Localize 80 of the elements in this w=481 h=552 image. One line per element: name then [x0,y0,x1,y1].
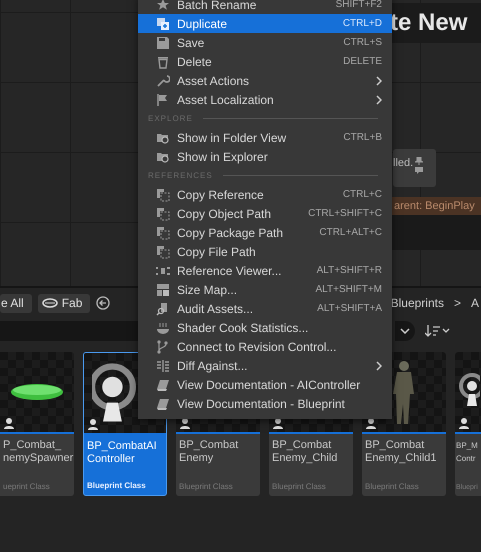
comment-text: lled. [393,157,414,169]
breadcrumb-item[interactable]: A [470,296,479,310]
copy-icon [156,244,170,258]
shortcut-text: CTRL+S [343,37,382,48]
breadcrumb-item[interactable]: > [454,296,461,310]
asset-type: Blueprint Class [178,482,234,493]
grid-icon [156,282,170,296]
menu-item[interactable]: Shader Cook Statistics... [138,318,392,337]
shortcut-text: ALT+SHIFT+M [316,284,382,295]
asset-tile[interactable]: P_Combat_ nemySpawner ueprint Class [0,352,74,496]
chevron-icon [400,328,410,334]
copy-icon [156,206,170,220]
figure-drawing [391,360,417,424]
flag-icon [156,92,170,106]
copy-icon [156,226,170,240]
asset-name: BP_Combat Enemy [178,438,240,466]
toolbar-button[interactable]: e All [0,294,32,312]
shortcut-text: DELETE [343,56,382,67]
shortcut-text: CTRL+C [342,189,382,200]
menu-item[interactable]: Audit Assets... ALT+SHIFT+A [138,299,392,318]
comment-icon[interactable] [415,167,424,174]
asset-type: Blueprint Class [271,482,327,493]
asset-type: Blueprint Class [86,481,147,492]
menu-item[interactable]: Show in Explorer [138,147,392,166]
person-icon [272,417,284,429]
diff-icon [156,358,170,372]
graph-title: te New [390,3,481,43]
person-icon [3,417,15,429]
shortcut-text: CTRL+ALT+C [319,227,382,238]
menu-item[interactable]: Copy Object Path CTRL+SHIFT+C [138,204,392,223]
menu-item[interactable]: Reference Viewer... ALT+SHIFT+R [138,261,392,280]
shortcut-text: CTRL+D [342,18,382,29]
filter-dropdown[interactable] [395,321,415,341]
fab-icon [42,298,58,308]
shortcut-text: SHIFT+F2 [336,0,382,10]
duplicate-icon [156,16,170,30]
asset-name: P_Combat_ nemySpawner [2,438,74,466]
asset-type: Blueprint Class [364,482,420,493]
wrench-icon [156,74,170,88]
breadcrumb-item[interactable]: Blueprints [390,296,444,310]
menu-item[interactable]: Asset Actions [138,71,392,90]
asset-type: ueprint Class [2,482,51,493]
book-icon [156,396,170,410]
disc-drawing [11,384,63,400]
back-icon[interactable] [96,296,110,310]
person-icon [365,417,377,429]
asset-name: BP_Combat Enemy_Child1 [364,438,438,466]
shortcut-text: CTRL+B [343,132,382,143]
menu-item[interactable]: Duplicate CTRL+D [138,14,392,33]
toolbar-button[interactable]: Fab [38,294,90,312]
trash-icon [156,54,170,68]
pin-icon[interactable] [415,157,424,165]
asset-name: BP_Combat Enemy_Child [271,438,338,466]
asset-name: BP_CombatAI Controller [86,439,158,467]
floppy-icon [156,36,170,50]
magnifier-icon [156,302,170,316]
person-icon [458,417,470,429]
copy-icon [156,188,170,202]
book-icon [156,378,170,392]
menu-item[interactable]: Batch Rename SHIFT+F2 [138,0,392,14]
bowl-icon [156,320,170,334]
shortcut-text: ALT+SHIFT+R [316,265,382,276]
node-header: arent: BeginPlay [392,197,481,215]
person-icon [179,417,191,429]
person-icon [87,418,99,430]
star-icon [156,0,170,12]
menu-item[interactable]: Copy File Path [138,242,392,261]
shortcut-text: ALT+SHIFT+A [317,303,382,314]
menu-item[interactable]: Show in Folder View CTRL+B [138,128,392,147]
sort-icon[interactable] [425,325,451,337]
menu-item[interactable]: Asset Localization [138,90,392,109]
menu-item[interactable]: Save CTRL+S [138,33,392,52]
menu-item[interactable]: Size Map... ALT+SHIFT+M [138,280,392,299]
shortcut-text: CTRL+SHIFT+C [308,208,382,219]
menu-item[interactable]: Copy Package Path CTRL+ALT+C [138,223,392,242]
menu-item[interactable]: Copy Reference CTRL+C [138,185,392,204]
menu-item[interactable]: Delete DELETE [138,52,392,71]
branch-icon [156,340,170,354]
asset-name: BP_M Contr [455,440,479,465]
chevron-right-icon [376,360,382,370]
